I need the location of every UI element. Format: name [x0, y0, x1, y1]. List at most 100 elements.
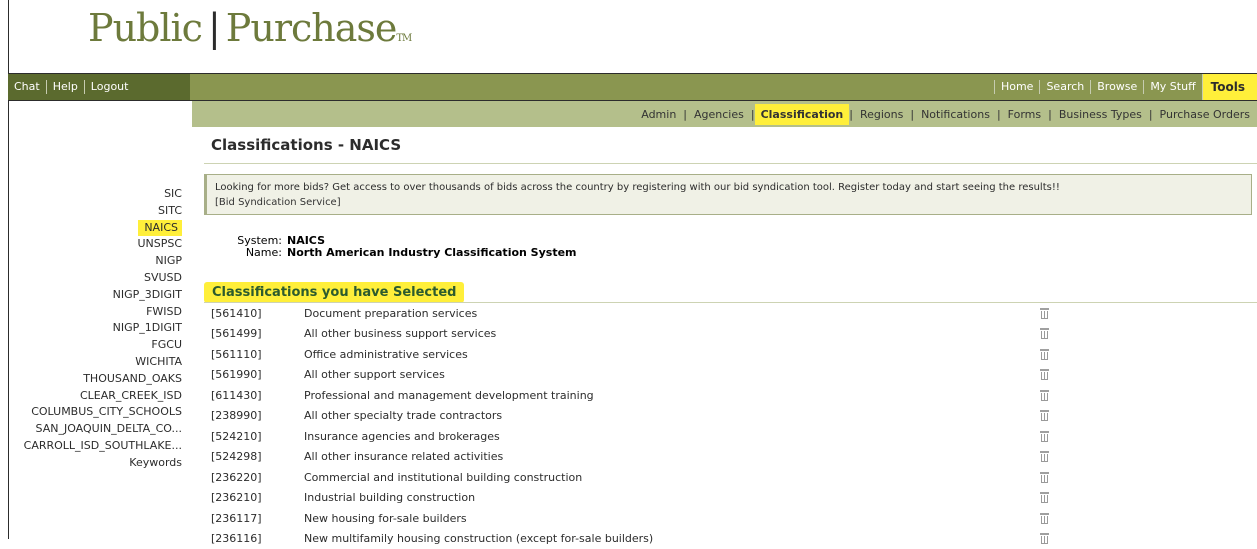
sidebar-item-label: NIGP: [155, 254, 182, 267]
sidebar-item[interactable]: FGCU: [10, 337, 182, 354]
classification-description: New housing for-sale builders: [304, 512, 1040, 525]
sidebar-item-label: WICHITA: [135, 355, 182, 368]
classification-code: [524210]: [211, 430, 304, 443]
left-nav: ChatHelpLogout: [8, 74, 190, 100]
logo-tm: TM: [396, 33, 411, 44]
classification-code: [561110]: [211, 348, 304, 361]
name-label: Name:: [232, 247, 287, 259]
classification-row: [238990]All other specialty trade contra…: [211, 406, 1111, 427]
trash-icon[interactable]: [1040, 492, 1049, 503]
sidebar-item[interactable]: WICHITA: [10, 354, 182, 371]
top-nav-bar: ChatHelpLogout HomeSearchBrowseMy StuffT…: [8, 73, 1257, 101]
subnav-notifications-link[interactable]: Notifications: [914, 108, 997, 121]
selected-classifications-heading: Classifications you have Selected: [204, 282, 464, 303]
trash-icon[interactable]: [1040, 472, 1049, 483]
logo-separator: |: [208, 6, 220, 50]
classification-row: [236117]New housing for-sale builders: [211, 508, 1111, 529]
main-nav: HomeSearchBrowseMy StuffTools: [190, 74, 1257, 100]
trash-icon[interactable]: [1040, 431, 1049, 442]
classification-row: [524298]All other insurance related acti…: [211, 447, 1111, 468]
trash-icon[interactable]: [1040, 451, 1049, 462]
sidebar-item-label: UNSPSC: [137, 237, 182, 250]
sidebar-item-label: COLUMBUS_CITY_SCHOOLS: [31, 405, 182, 418]
classification-list: [561410]Document preparation services[56…: [211, 303, 1111, 549]
classification-row: [561990]All other support services: [211, 365, 1111, 386]
sidebar-item-label: SVUSD: [144, 271, 182, 284]
sidebar-item[interactable]: COLUMBUS_CITY_SCHOOLS: [10, 404, 182, 421]
page-title: Classifications - NAICS: [211, 136, 401, 154]
trash-icon[interactable]: [1040, 308, 1049, 319]
trash-icon[interactable]: [1040, 410, 1049, 421]
subnav-regions-link[interactable]: Regions: [853, 108, 910, 121]
tools-sub-nav: Admin|Agencies|Classification|Regions|No…: [192, 101, 1257, 127]
classification-code: [524298]: [211, 450, 304, 463]
classification-code: [611430]: [211, 389, 304, 402]
sidebar-item[interactable]: SIC: [10, 186, 182, 203]
sidebar-item[interactable]: NIGP: [10, 253, 182, 270]
sidebar-item[interactable]: NIGP_1DIGIT: [10, 320, 182, 337]
trash-icon[interactable]: [1040, 349, 1049, 360]
syndication-notice: Looking for more bids? Get access to ove…: [204, 174, 1252, 215]
classification-description: All other support services: [304, 368, 1040, 381]
sidebar-item[interactable]: THOUSAND_OAKS: [10, 371, 182, 388]
classification-code: [236210]: [211, 491, 304, 504]
classification-description: All other insurance related activities: [304, 450, 1040, 463]
classification-row: [561499]All other business support servi…: [211, 324, 1111, 345]
nav-logout-link[interactable]: Logout: [85, 80, 135, 94]
sidebar-item[interactable]: SITC: [10, 203, 182, 220]
trash-icon[interactable]: [1040, 390, 1049, 401]
nav-browse-link[interactable]: Browse: [1090, 80, 1143, 94]
classification-description: Commercial and institutional building co…: [304, 471, 1040, 484]
sidebar-item-label: FGCU: [151, 338, 182, 351]
sidebar-item-label: NIGP_1DIGIT: [113, 321, 182, 334]
subnav-classification-link[interactable]: Classification: [755, 104, 850, 125]
sidebar-item[interactable]: Keywords: [10, 455, 182, 472]
nav-tools-link[interactable]: Tools: [1202, 74, 1257, 100]
trash-icon[interactable]: [1040, 369, 1049, 380]
classification-code: [236220]: [211, 471, 304, 484]
classification-description: Office administrative services: [304, 348, 1040, 361]
sidebar-item[interactable]: SVUSD: [10, 270, 182, 287]
classification-description: All other business support services: [304, 327, 1040, 340]
trash-icon[interactable]: [1040, 328, 1049, 339]
sidebar-item-label: Keywords: [129, 456, 182, 469]
nav-home-link[interactable]: Home: [994, 80, 1039, 94]
nav-chat-link[interactable]: Chat: [8, 80, 47, 94]
logo-part1: Public: [88, 6, 202, 50]
sidebar-item[interactable]: CARROLL_ISD_SOUTHLAKE...: [10, 438, 182, 455]
classification-description: Insurance agencies and brokerages: [304, 430, 1040, 443]
bid-syndication-link[interactable]: [Bid Syndication Service]: [215, 195, 1243, 210]
nav-search-link[interactable]: Search: [1039, 80, 1090, 94]
subnav-forms-link[interactable]: Forms: [1001, 108, 1048, 121]
classification-row: [236220]Commercial and institutional bui…: [211, 467, 1111, 488]
logo-part2: Purchase: [226, 6, 397, 50]
classification-row: [561110]Office administrative services: [211, 344, 1111, 365]
sidebar-item[interactable]: NIGP_3DIGIT: [10, 287, 182, 304]
classification-row: [561410]Document preparation services: [211, 303, 1111, 324]
classification-description: Industrial building construction: [304, 491, 1040, 504]
sidebar-item[interactable]: CLEAR_CREEK_ISD: [10, 388, 182, 405]
subnav-purchase-orders-link[interactable]: Purchase Orders: [1153, 108, 1257, 121]
classification-description: All other specialty trade contractors: [304, 409, 1040, 422]
classification-row: [236210]Industrial building construction: [211, 488, 1111, 509]
subnav-agencies-link[interactable]: Agencies: [687, 108, 751, 121]
sidebar-item-label: SITC: [158, 204, 182, 217]
sidebar-item-label: CARROLL_ISD_SOUTHLAKE...: [24, 439, 182, 452]
sidebar-item-label: SAN_JOAQUIN_DELTA_CO...: [36, 422, 182, 435]
classification-description: Professional and management development …: [304, 389, 1040, 402]
trash-icon[interactable]: [1040, 513, 1049, 524]
public-purchase-logo[interactable]: Public|PurchaseTM: [88, 6, 411, 50]
classification-description: Document preparation services: [304, 307, 1040, 320]
sidebar-item[interactable]: FWISD: [10, 304, 182, 321]
subnav-business-types-link[interactable]: Business Types: [1052, 108, 1149, 121]
sidebar-item-label: CLEAR_CREEK_ISD: [80, 389, 182, 402]
classification-code: [561410]: [211, 307, 304, 320]
subnav-admin-link[interactable]: Admin: [634, 108, 683, 121]
title-divider: [204, 163, 1257, 164]
sidebar-item[interactable]: SAN_JOAQUIN_DELTA_CO...: [10, 421, 182, 438]
nav-help-link[interactable]: Help: [47, 80, 85, 94]
system-info: System:NAICS Name:North American Industr…: [232, 235, 577, 259]
sidebar-item[interactable]: NAICS: [10, 220, 182, 237]
nav-my-stuff-link[interactable]: My Stuff: [1143, 80, 1201, 94]
sidebar-item[interactable]: UNSPSC: [10, 236, 182, 253]
